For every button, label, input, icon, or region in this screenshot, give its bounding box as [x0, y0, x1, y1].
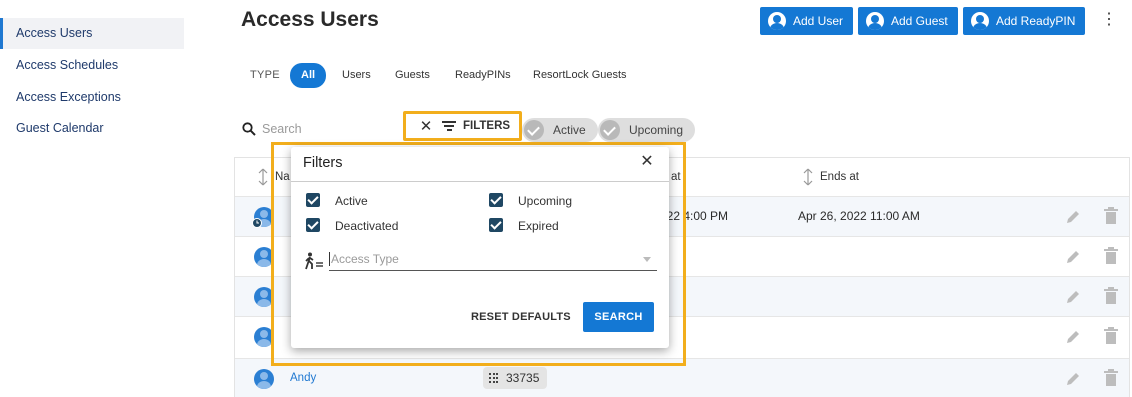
type-chip-guests[interactable]: Guests: [385, 63, 440, 87]
pin-value: 33735: [506, 371, 540, 385]
clear-filters-icon[interactable]: ✕: [419, 117, 433, 135]
user-avatar-icon: [254, 369, 274, 389]
access-type-placeholder: Access Type: [329, 252, 399, 266]
clock-icon: [252, 218, 262, 228]
checkbox-expired[interactable]: [489, 218, 503, 232]
dialog-title: Filters: [303, 155, 343, 171]
sidebar-item-access-schedules[interactable]: Access Schedules: [0, 50, 184, 81]
user-name-link[interactable]: Andy: [290, 372, 316, 384]
sidebar: Access Users Access Schedules Access Exc…: [0, 0, 190, 397]
sort-icon[interactable]: [803, 168, 813, 186]
pin-chip: 33735: [483, 367, 548, 389]
dropdown-caret-icon: [643, 257, 651, 262]
status-chip-upcoming[interactable]: Upcoming: [598, 118, 696, 142]
reset-defaults-button[interactable]: RESET DEFAULTS: [471, 305, 571, 329]
status-chip-active[interactable]: Active: [522, 118, 598, 142]
kebab-menu-icon[interactable]: ⋮: [1101, 11, 1117, 29]
search-button[interactable]: SEARCH: [583, 302, 654, 332]
type-chip-users[interactable]: Users: [332, 63, 381, 87]
ends-at-cell: Apr 26, 2022 11:00 AM: [798, 209, 920, 223]
status-chip-label: Upcoming: [629, 123, 684, 137]
type-chip-resortlock-guests[interactable]: ResortLock Guests: [523, 63, 637, 87]
trash-icon[interactable]: [1104, 247, 1118, 265]
check-icon: [600, 120, 620, 140]
close-icon[interactable]: ✕: [640, 154, 654, 170]
trash-icon[interactable]: [1104, 327, 1118, 345]
sidebar-item-access-exceptions[interactable]: Access Exceptions: [0, 82, 184, 113]
edit-icon[interactable]: [1065, 371, 1081, 387]
checkbox-label-expired: Expired: [518, 219, 559, 233]
edit-icon[interactable]: [1065, 249, 1081, 265]
column-header-ends-at[interactable]: Ends at: [820, 158, 859, 196]
filter-lines-icon: [442, 121, 456, 131]
checkbox-deactivated[interactable]: [306, 218, 320, 232]
add-user-button[interactable]: Add User: [760, 7, 854, 35]
sidebar-item-access-users[interactable]: Access Users: [0, 18, 184, 49]
edit-icon[interactable]: [1065, 329, 1081, 345]
trash-icon[interactable]: [1104, 287, 1118, 305]
sidebar-item-label: Access Users: [16, 26, 93, 40]
edit-icon[interactable]: [1065, 209, 1081, 225]
divider: [291, 181, 669, 182]
sort-icon[interactable]: [258, 168, 268, 186]
access-type-icon: [305, 252, 323, 270]
sidebar-item-label: Guest Calendar: [16, 121, 104, 135]
status-chip-label: Active: [553, 123, 586, 137]
trash-icon[interactable]: [1104, 369, 1118, 387]
add-guest-label: Add Guest: [891, 14, 948, 28]
checkbox-label-upcoming: Upcoming: [518, 194, 573, 208]
checkbox-label-active: Active: [335, 194, 368, 208]
type-chip-readypins[interactable]: ReadyPINs: [445, 63, 521, 87]
sidebar-item-guest-calendar[interactable]: Guest Calendar: [0, 113, 184, 144]
app-root: Access Users Access Schedules Access Exc…: [0, 0, 1132, 397]
filters-dialog: Filters ✕ Active Upcoming Deactivated Ex…: [291, 147, 669, 348]
type-chip-all[interactable]: All: [290, 63, 327, 88]
user-icon: [768, 12, 786, 30]
search-icon: [242, 122, 256, 136]
guest-icon: [866, 12, 884, 30]
check-icon: [524, 120, 544, 140]
add-user-label: Add User: [793, 14, 844, 28]
filters-label: FILTERS: [463, 120, 511, 132]
keypad-icon: [489, 373, 499, 383]
sidebar-item-label: Access Schedules: [16, 58, 119, 72]
search-input[interactable]: [262, 120, 392, 138]
add-readypin-label: Add ReadyPIN: [996, 14, 1076, 28]
add-guest-button[interactable]: Add Guest: [858, 7, 958, 35]
checkbox-upcoming[interactable]: [489, 193, 503, 207]
checkbox-active[interactable]: [306, 193, 320, 207]
readypin-icon: [971, 12, 989, 30]
type-label: TYPE: [250, 69, 280, 81]
access-type-select[interactable]: Access Type: [329, 248, 657, 271]
filters-button[interactable]: ✕ FILTERS: [403, 111, 522, 141]
trash-icon[interactable]: [1104, 207, 1118, 225]
add-readypin-button[interactable]: Add ReadyPIN: [963, 7, 1086, 35]
checkbox-label-deactivated: Deactivated: [335, 219, 399, 233]
sidebar-item-label: Access Exceptions: [16, 90, 121, 104]
page-title: Access Users: [241, 8, 379, 31]
edit-icon[interactable]: [1065, 289, 1081, 305]
